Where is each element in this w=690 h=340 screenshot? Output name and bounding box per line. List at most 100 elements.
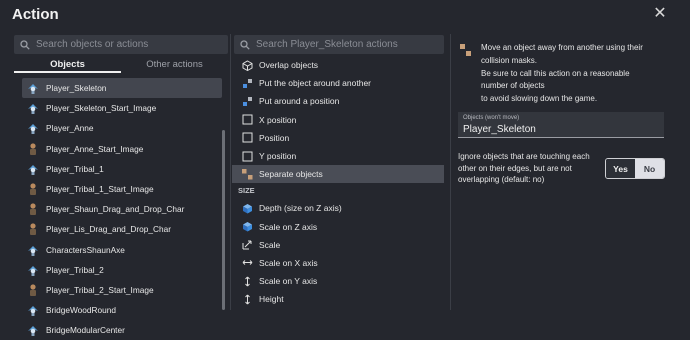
object-list-item[interactable]: Player_Anne_Start_Image bbox=[22, 139, 222, 159]
action-list-item-label: Put the object around another bbox=[259, 78, 371, 89]
object-list-item[interactable]: Player_Lis_Drag_and_Drop_Char bbox=[22, 219, 222, 239]
tab-other-actions[interactable]: Other actions bbox=[121, 57, 228, 73]
position-box-icon bbox=[242, 132, 253, 143]
object-list-item-label: Player_Anne_Start_Image bbox=[46, 143, 144, 154]
action-list-item-label: Scale on Y axis bbox=[259, 276, 318, 287]
objects-search-input[interactable]: Search objects or actions bbox=[14, 35, 228, 54]
character-sprite-icon bbox=[26, 202, 40, 216]
action-list-item[interactable]: Position bbox=[232, 129, 444, 147]
action-list-item[interactable]: Put around a position bbox=[232, 92, 444, 110]
object-list-item-label: Player_Skeleton bbox=[46, 83, 107, 94]
action-list-item-label: Depth (size on Z axis) bbox=[259, 203, 342, 214]
action-description: Move an object away from another using t… bbox=[481, 42, 656, 106]
scale-icon bbox=[242, 239, 253, 250]
description-line: to avoid slowing down the game. bbox=[481, 94, 598, 104]
skeleton-sprite-icon bbox=[26, 263, 40, 277]
objects-search-placeholder: Search objects or actions bbox=[36, 39, 149, 50]
action-list-item-label: Y position bbox=[259, 151, 297, 162]
object-list-item[interactable]: Player_Skeleton_Start_Image bbox=[22, 98, 222, 118]
action-list-item-label: Scale bbox=[259, 239, 281, 250]
position-box-icon bbox=[242, 114, 253, 125]
skeleton-sprite-icon bbox=[26, 101, 40, 115]
dialog-title: Action bbox=[12, 6, 59, 23]
object-list-item[interactable]: Player_Tribal_2_Start_Image bbox=[22, 280, 222, 300]
character-sprite-icon bbox=[26, 182, 40, 196]
action-list-item[interactable]: Put the object around another bbox=[232, 74, 444, 92]
object-list-item[interactable]: Player_Tribal_1 bbox=[22, 159, 222, 179]
action-list-item[interactable]: Depth (size on Z axis) bbox=[232, 199, 444, 217]
object-list-item-label: CharactersShaunAxe bbox=[46, 244, 125, 255]
action-list-item[interactable]: Height bbox=[232, 290, 444, 308]
object-list-item-label: Player_Tribal_1_Start_Image bbox=[46, 184, 154, 195]
action-list-item-label: Position bbox=[259, 132, 290, 143]
object-list-item[interactable]: Player_Tribal_2 bbox=[22, 260, 222, 280]
skeleton-sprite-icon bbox=[26, 323, 40, 337]
yes-button[interactable]: Yes bbox=[606, 159, 635, 178]
vertical-arrows-icon bbox=[242, 276, 253, 287]
action-list-item[interactable]: Overlap objects bbox=[232, 56, 444, 74]
put-around-icon bbox=[242, 78, 253, 89]
section-header-size: SIZE bbox=[238, 186, 255, 196]
objects-field-value: Player_Skeleton bbox=[463, 124, 536, 135]
object-list-item[interactable]: Player_Tribal_1_Start_Image bbox=[22, 179, 222, 199]
objects-list: Player_Skeleton Player_Skeleton_Start_Ima… bbox=[22, 78, 222, 340]
skeleton-sprite-icon bbox=[26, 162, 40, 176]
horizontal-arrows-icon bbox=[242, 257, 253, 268]
action-list-item-label: Put around a position bbox=[259, 96, 340, 107]
object-list-item[interactable]: BridgeWoodRound bbox=[22, 300, 222, 320]
skeleton-sprite-icon bbox=[26, 243, 40, 257]
objects-field[interactable]: Objects (won't move) Player_Skeleton bbox=[458, 112, 664, 138]
skeleton-sprite-icon bbox=[26, 81, 40, 95]
put-around-icon bbox=[242, 96, 253, 107]
description-line: Be sure to call this action on a reasona… bbox=[481, 68, 630, 78]
action-list-item-label: Scale on X axis bbox=[259, 257, 318, 268]
objects-scrollbar[interactable] bbox=[222, 130, 225, 310]
action-list-item[interactable]: Y position bbox=[232, 147, 444, 165]
object-list-item-label: Player_Skeleton_Start_Image bbox=[46, 103, 157, 114]
action-list-item-label: Separate objects bbox=[259, 169, 323, 180]
objects-field-label: Objects (won't move) bbox=[463, 115, 520, 121]
object-list-item[interactable]: Player_Anne bbox=[22, 118, 222, 138]
close-icon[interactable]: ✕ bbox=[652, 6, 668, 22]
action-list-item[interactable]: X position bbox=[232, 111, 444, 129]
no-button[interactable]: No bbox=[635, 159, 664, 178]
description-line: number of objects bbox=[481, 81, 545, 91]
object-list-item[interactable]: BridgeModularCenter bbox=[22, 320, 222, 340]
action-list-item-label: X position bbox=[259, 114, 297, 125]
object-list-item-label: Player_Tribal_2_Start_Image bbox=[46, 284, 154, 295]
action-list-item[interactable]: Separate objects bbox=[232, 165, 444, 184]
character-sprite-icon bbox=[26, 283, 40, 297]
skeleton-sprite-icon bbox=[26, 303, 40, 317]
cube-icon bbox=[242, 221, 253, 232]
action-list-item-label: Overlap objects bbox=[259, 60, 319, 71]
action-list-item[interactable]: Scale on Z axis bbox=[232, 218, 444, 236]
vertical-arrows-icon bbox=[242, 294, 253, 305]
actions-search-placeholder: Search Player_Skeleton actions bbox=[256, 39, 398, 50]
action-list-item[interactable]: Scale on X axis bbox=[232, 254, 444, 272]
action-list-item-label: Scale on Z axis bbox=[259, 221, 318, 232]
separate-objects-icon bbox=[242, 168, 253, 180]
object-list-item-label: Player_Tribal_2 bbox=[46, 264, 104, 275]
search-icon bbox=[20, 39, 30, 50]
position-box-icon bbox=[242, 151, 253, 162]
object-list-item-label: Player_Shaun_Drag_and_Drop_Char bbox=[46, 204, 185, 215]
overlap-icon bbox=[242, 60, 253, 71]
action-list-item[interactable]: Scale bbox=[232, 236, 444, 254]
skeleton-sprite-icon bbox=[26, 121, 40, 135]
cube-icon bbox=[242, 203, 253, 214]
tab-objects[interactable]: Objects bbox=[14, 57, 121, 73]
action-list-item[interactable]: Scale on Y axis bbox=[232, 272, 444, 290]
object-list-item-label: Player_Anne bbox=[46, 123, 94, 134]
object-list-item-label: Player_Tribal_1 bbox=[46, 163, 104, 174]
column-divider bbox=[230, 34, 231, 310]
objects-tabs: Objects Other actions bbox=[14, 57, 228, 73]
description-line: Move an object away from another using t… bbox=[481, 43, 643, 52]
object-list-item-label: BridgeWoodRound bbox=[46, 305, 116, 316]
actions-search-input[interactable]: Search Player_Skeleton actions bbox=[234, 35, 444, 54]
description-line: collision masks. bbox=[481, 55, 538, 65]
object-list-item[interactable]: Player_Skeleton bbox=[22, 78, 222, 99]
column-divider bbox=[450, 34, 451, 310]
object-list-item[interactable]: CharactersShaunAxe bbox=[22, 240, 222, 260]
object-list-item[interactable]: Player_Shaun_Drag_and_Drop_Char bbox=[22, 199, 222, 219]
ignore-edges-label: Ignore objects that are touching each ot… bbox=[458, 152, 590, 184]
